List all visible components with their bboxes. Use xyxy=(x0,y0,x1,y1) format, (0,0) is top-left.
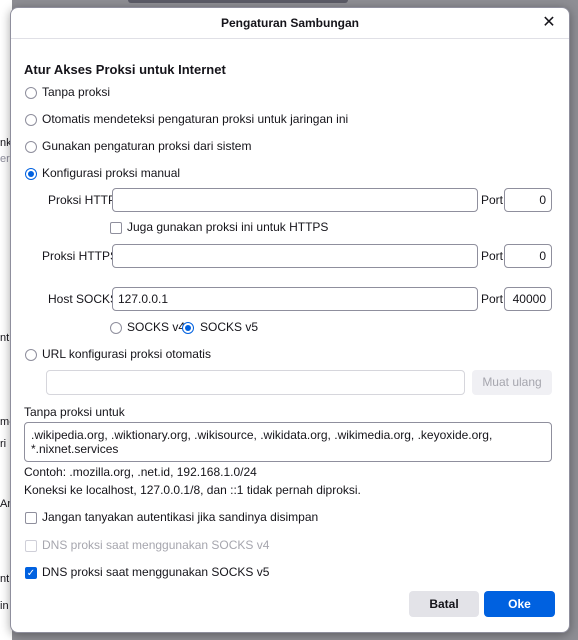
radio-no-proxy-label[interactable]: Tanpa proksi xyxy=(42,85,110,99)
socks-host-input[interactable]: 127.0.0.1 xyxy=(112,287,478,311)
radio-system-proxy-label[interactable]: Gunakan pengaturan proksi dari sistem xyxy=(42,139,251,153)
socks-port-label: Port xyxy=(481,292,504,306)
reload-button[interactable]: Muat ulang xyxy=(472,370,552,395)
https-port-label: Port xyxy=(481,249,504,263)
dns-socks-v5-label[interactable]: DNS proksi saat menggunakan SOCKS v5 xyxy=(42,565,269,579)
connection-settings-dialog: Pengaturan Sambungan ✕ Atur Akses Proksi… xyxy=(10,7,570,633)
radio-manual-proxy-label[interactable]: Konfigurasi proksi manual xyxy=(42,166,180,180)
cancel-button[interactable]: Batal xyxy=(409,591,479,617)
example-note: Contoh: .mozilla.org, .net.id, 192.168.1… xyxy=(24,465,257,479)
dns-socks-v4-checkbox[interactable] xyxy=(25,540,37,552)
http-port-input[interactable]: 0 xyxy=(504,188,552,212)
radio-socks-v4[interactable] xyxy=(110,322,122,334)
radio-system-proxy[interactable] xyxy=(25,141,37,153)
close-icon[interactable]: ✕ xyxy=(539,13,559,33)
pac-url-input[interactable] xyxy=(46,370,465,395)
radio-socks-v5[interactable] xyxy=(182,322,194,334)
no-proxy-for-label: Tanpa proksi untuk xyxy=(24,405,125,419)
http-proxy-label: Proksi HTTP xyxy=(48,193,117,207)
dialog-title: Pengaturan Sambungan xyxy=(220,16,360,30)
background-text: ri xyxy=(0,438,7,450)
section-heading: Atur Akses Proksi untuk Internet xyxy=(24,62,226,77)
no-proxy-for-textarea[interactable]: .wikipedia.org, .wiktionary.org, .wikiso… xyxy=(24,422,552,462)
localhost-note: Koneksi ke localhost, 127.0.0.1/8, dan :… xyxy=(24,483,361,497)
http-port-label: Port xyxy=(481,193,504,207)
https-proxy-label: Proksi HTTPS xyxy=(42,249,119,263)
background-titlebar xyxy=(128,0,348,3)
radio-auto-detect[interactable] xyxy=(25,114,37,126)
background-text: in xyxy=(0,600,9,612)
ok-button[interactable]: Oke xyxy=(484,591,555,617)
no-auth-prompt-label[interactable]: Jangan tanyakan autentikasi jika sandiny… xyxy=(42,510,318,524)
dns-socks-v5-checkbox[interactable]: ✓ xyxy=(25,567,37,579)
background-text: nt xyxy=(0,573,10,585)
radio-socks-v4-label[interactable]: SOCKS v4 xyxy=(127,320,185,334)
radio-manual-proxy[interactable] xyxy=(25,168,37,180)
background-text: nt xyxy=(0,332,10,344)
no-auth-prompt-checkbox[interactable] xyxy=(25,512,37,524)
also-https-checkbox[interactable] xyxy=(110,222,122,234)
radio-pac-url-label[interactable]: URL konfigurasi proksi otomatis xyxy=(42,347,211,361)
http-proxy-input[interactable] xyxy=(112,188,478,212)
https-proxy-input[interactable] xyxy=(112,244,478,268)
radio-pac-url[interactable] xyxy=(25,349,37,361)
socks-port-input[interactable]: 40000 xyxy=(504,287,552,311)
dns-socks-v4-label: DNS proksi saat menggunakan SOCKS v4 xyxy=(42,538,270,552)
https-port-input[interactable]: 0 xyxy=(504,244,552,268)
radio-socks-v5-label[interactable]: SOCKS v5 xyxy=(200,320,258,334)
socks-host-label: Host SOCKS xyxy=(48,292,119,306)
radio-auto-detect-label[interactable]: Otomatis mendeteksi pengaturan proksi un… xyxy=(42,112,348,126)
dialog-titlebar: Pengaturan Sambungan ✕ xyxy=(11,8,569,39)
radio-no-proxy[interactable] xyxy=(25,87,37,99)
also-https-label[interactable]: Juga gunakan proksi ini untuk HTTPS xyxy=(127,220,328,234)
